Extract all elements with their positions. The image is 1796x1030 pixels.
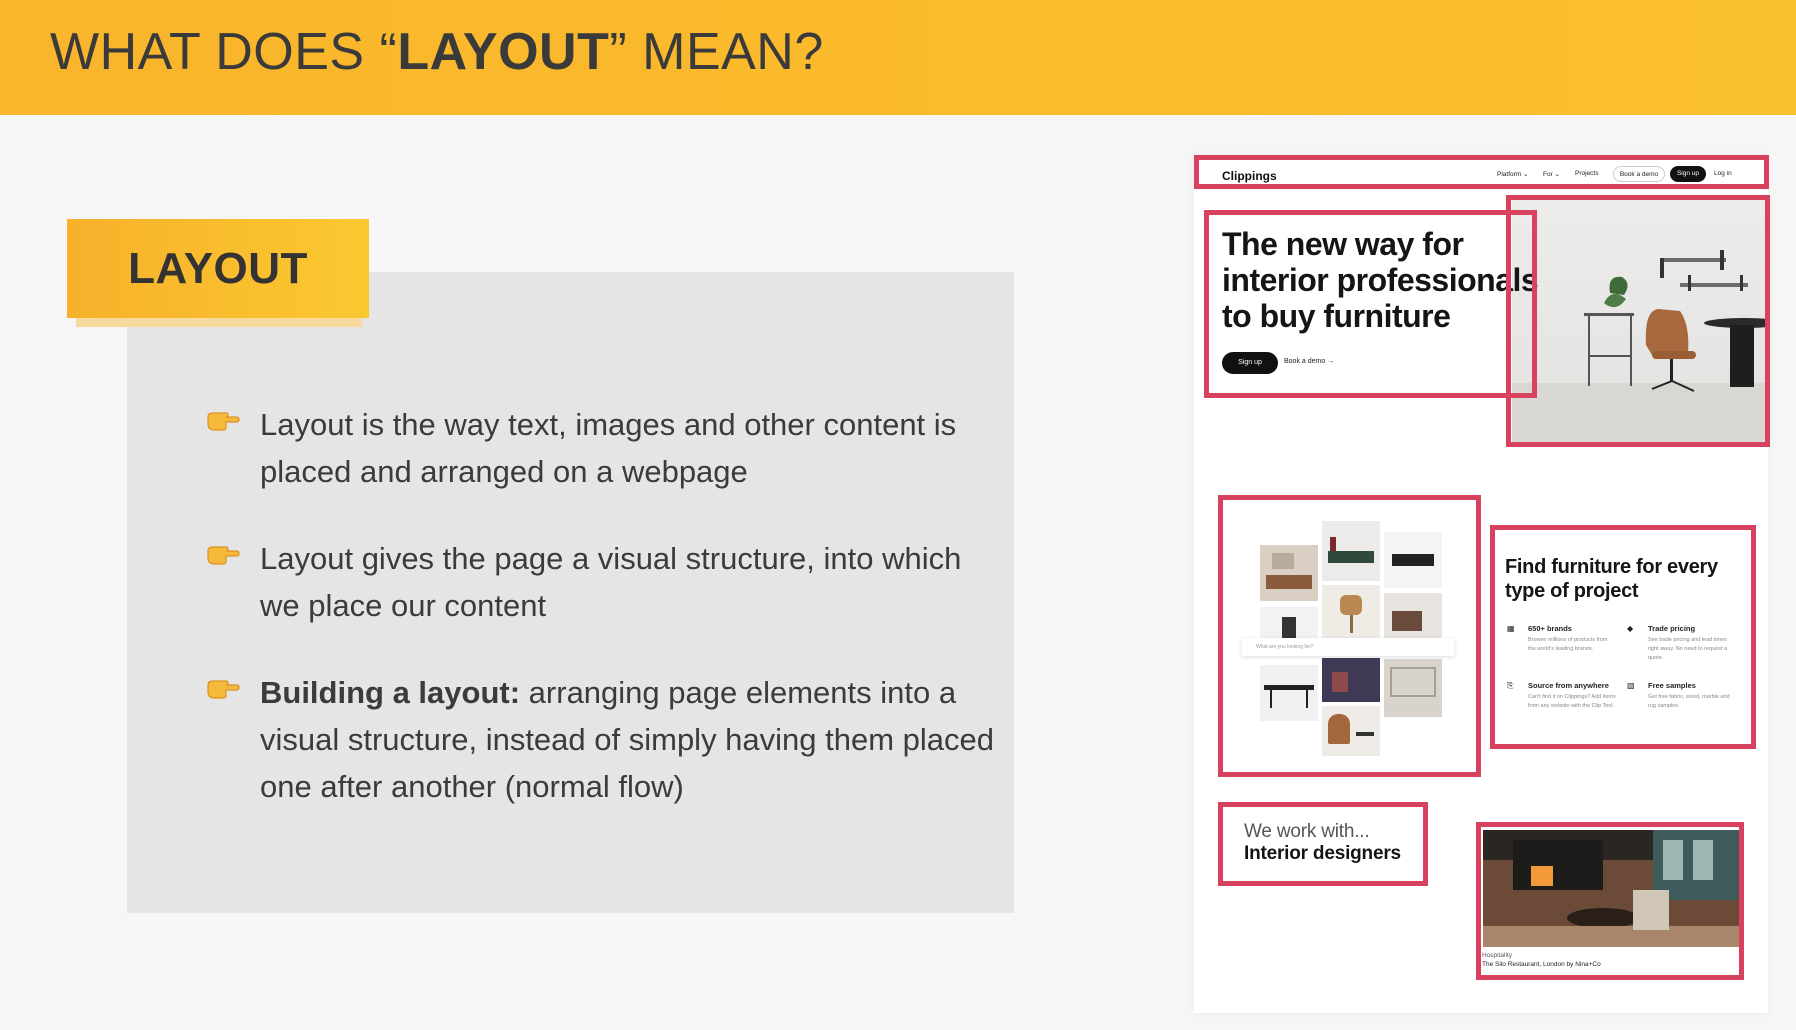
highlight-restaurant — [1476, 822, 1744, 980]
bullet-text: Building a layout: arranging page elemen… — [260, 675, 995, 804]
highlight-collage — [1218, 495, 1481, 777]
highlight-hero-image — [1506, 195, 1770, 447]
section-label: LAYOUT — [67, 219, 369, 318]
highlight-work-with — [1218, 802, 1428, 886]
pointing-hand-icon — [207, 412, 240, 431]
highlight-features — [1490, 525, 1756, 749]
pointing-hand-icon — [207, 680, 240, 699]
slide-header: WHAT DOES “LAYOUT” MEAN? — [0, 0, 1796, 115]
pointing-hand-icon — [207, 546, 240, 565]
bullet-text: Layout gives the page a visual structure… — [260, 541, 962, 623]
slide-title: WHAT DOES “LAYOUT” MEAN? — [50, 23, 824, 81]
highlight-nav — [1194, 155, 1769, 189]
website-mockup: Clippings Platform ⌄ For ⌄ Projects Book… — [1194, 155, 1770, 1013]
section-label-text: LAYOUT — [128, 244, 308, 293]
bullet-text: Layout is the way text, images and other… — [260, 407, 957, 489]
highlight-hero-text — [1204, 210, 1537, 398]
